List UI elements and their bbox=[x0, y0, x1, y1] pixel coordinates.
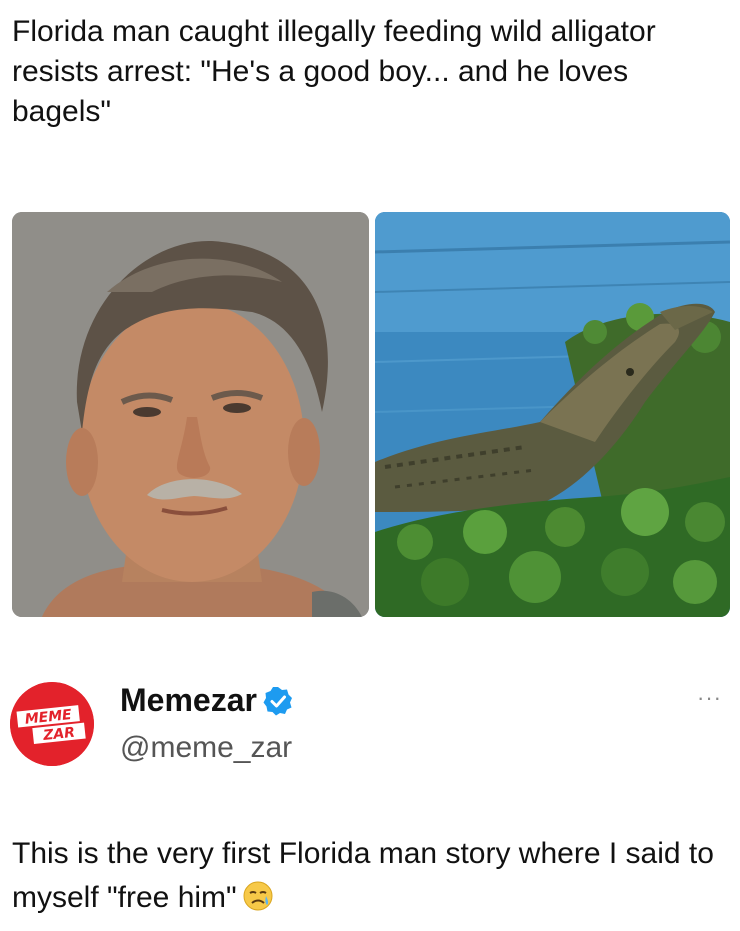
headline: Florida man caught illegally feeding wil… bbox=[12, 15, 656, 128]
verified-badge-icon bbox=[263, 685, 293, 716]
display-name-row: Memezar bbox=[120, 680, 293, 720]
avatar[interactable]: MEME ZAR bbox=[10, 682, 94, 766]
display-name[interactable]: Memezar bbox=[120, 680, 257, 720]
image-row bbox=[12, 212, 730, 617]
post-author: MEME ZAR Memezar @meme_zar ··· bbox=[10, 680, 730, 790]
more-options-icon[interactable]: ··· bbox=[697, 687, 722, 709]
post-text: This is the very first Florida man story… bbox=[12, 832, 728, 920]
alligator-photo bbox=[375, 212, 730, 617]
sad-face-emoji bbox=[243, 880, 273, 911]
man-portrait-photo bbox=[12, 212, 369, 617]
avatar-text-line2: ZAR bbox=[41, 725, 75, 744]
post-text-content: This is the very first Florida man story… bbox=[12, 837, 714, 914]
user-handle[interactable]: @meme_zar bbox=[120, 730, 292, 766]
